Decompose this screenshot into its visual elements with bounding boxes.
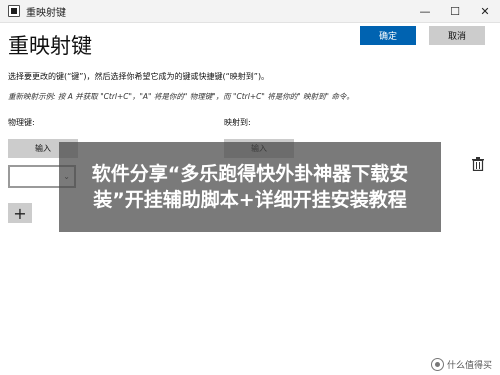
watermark: 什么值得买 xyxy=(430,358,492,371)
watermark-text: 什么值得买 xyxy=(446,361,492,371)
add-key-remap-button[interactable]: + xyxy=(8,203,32,223)
page-title: 重映射键 xyxy=(8,34,92,58)
app-icon xyxy=(8,5,20,17)
window-controls: — ☐ ✕ xyxy=(410,0,500,22)
delete-row-button[interactable] xyxy=(470,155,486,173)
overlay-text: 软件分享“多乐跑得快外卦神器下载安装”开挂辅助脚本+详细开挂安装教程 xyxy=(91,163,409,211)
remap-keys-window: 重映射键 — ☐ ✕ 重映射键 确定 取消 选择要更改的键(“键”)，然后选择你… xyxy=(0,0,500,375)
promo-overlay-banner: 软件分享“多乐跑得快外卦神器下载安装”开挂辅助脚本+详细开挂安装教程 xyxy=(59,142,441,232)
minimize-button[interactable]: — xyxy=(410,0,440,22)
ok-button[interactable]: 确定 xyxy=(360,26,416,45)
mapped-to-label: 映射到: xyxy=(224,118,251,127)
close-button[interactable]: ✕ xyxy=(470,0,500,22)
example-text: 重新映射示例: 按 A 并获取 "Ctrl+C"，"A" 将是你的" 物理键"，… xyxy=(8,92,354,101)
cancel-button[interactable]: 取消 xyxy=(429,26,485,45)
window-title: 重映射键 xyxy=(26,7,66,19)
title-bar: 重映射键 — ☐ ✕ xyxy=(0,0,500,23)
watermark-logo-icon xyxy=(430,358,444,371)
physical-key-label: 物理键: xyxy=(8,118,35,127)
trash-icon xyxy=(472,157,484,171)
maximize-button[interactable]: ☐ xyxy=(440,0,470,22)
instructions-text: 选择要更改的键(“键”)，然后选择你希望它成为的键或快捷键(“映射到”)。 xyxy=(8,72,270,81)
